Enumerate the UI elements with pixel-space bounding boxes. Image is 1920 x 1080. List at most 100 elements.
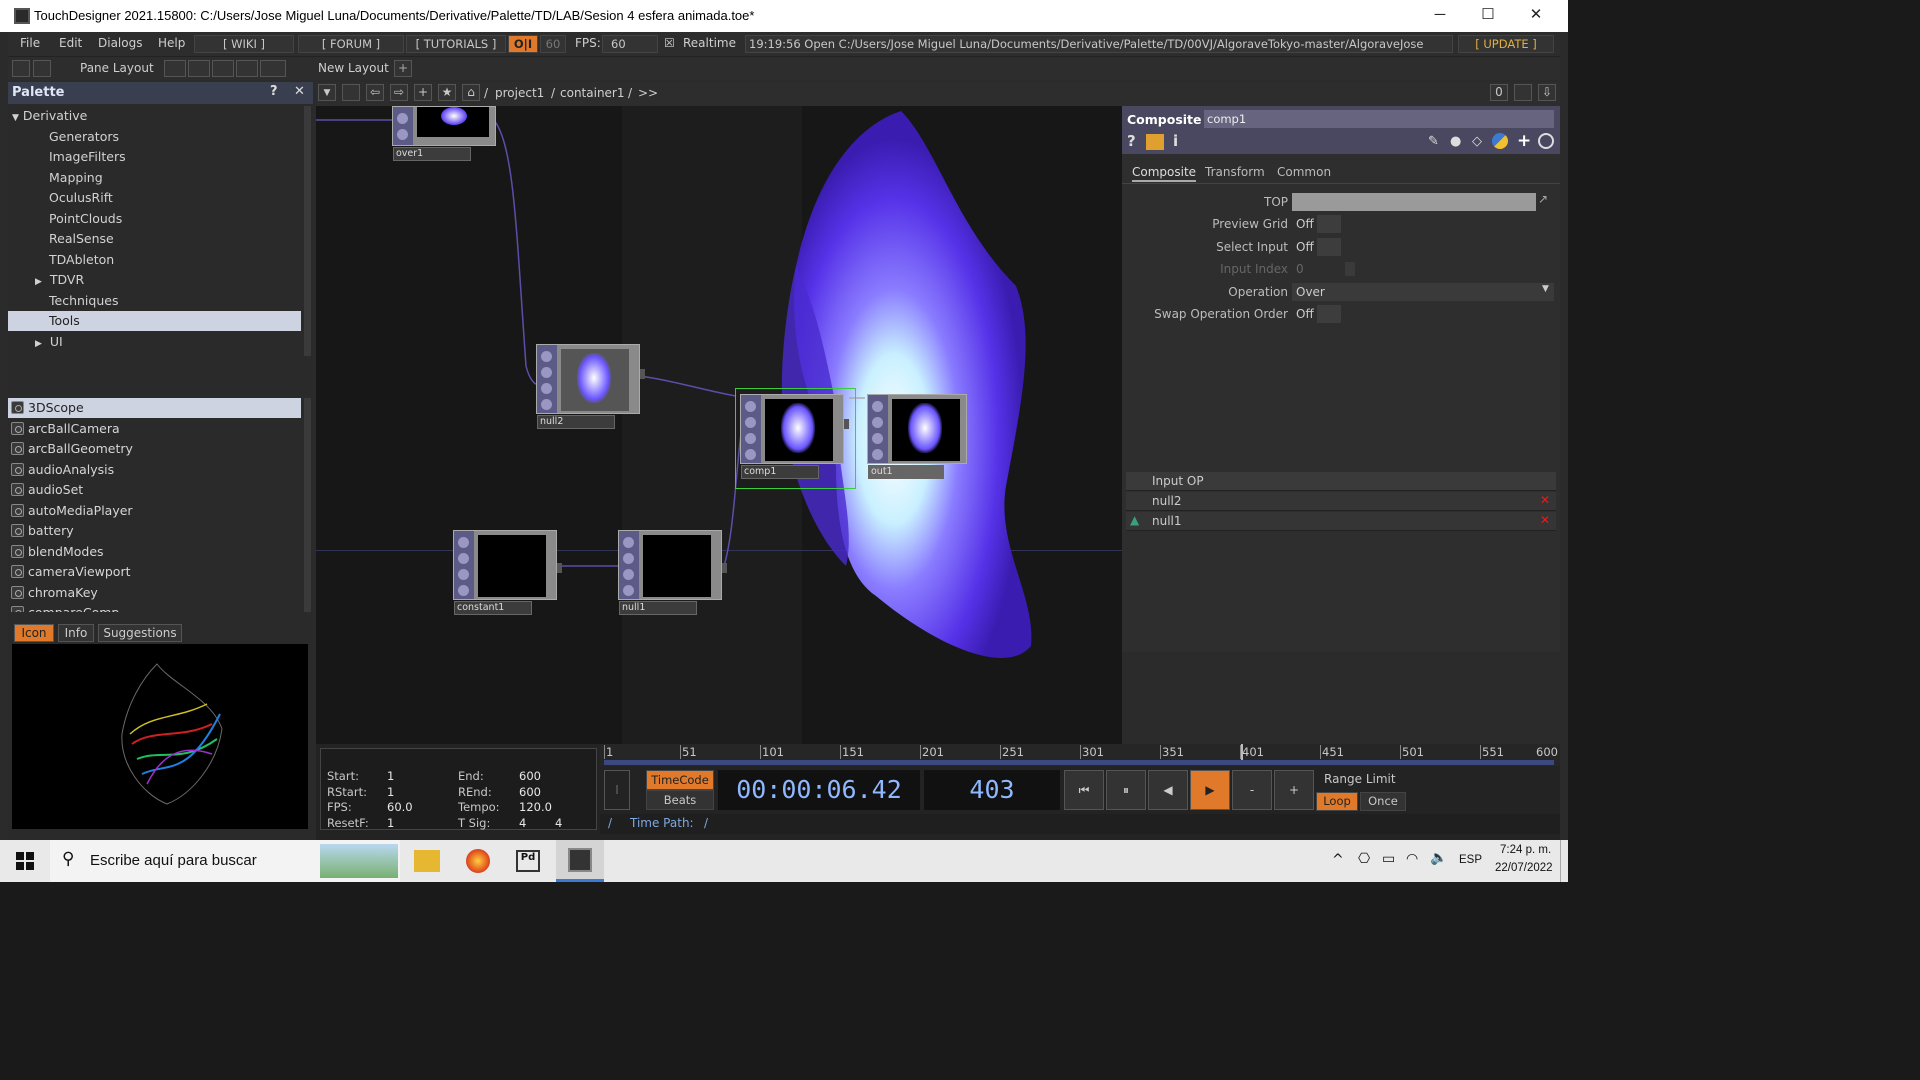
- path-root[interactable]: /: [484, 86, 488, 100]
- param-toggle-value[interactable]: Off: [1292, 238, 1316, 256]
- once-button[interactable]: Once: [1360, 792, 1406, 811]
- palette-item-comparecomp[interactable]: compareComp: [8, 603, 301, 612]
- time-path-value[interactable]: /: [704, 816, 708, 830]
- param-toggle-value[interactable]: Off: [1292, 305, 1316, 323]
- screenshot-icon[interactable]: [12, 60, 30, 77]
- touchdesigner-taskbar-item[interactable]: [556, 840, 604, 882]
- palette-help-button[interactable]: ?: [270, 84, 278, 99]
- layout-three-icon[interactable]: [236, 60, 258, 77]
- node-lock-icon[interactable]: [872, 449, 883, 460]
- remove-input-icon[interactable]: ✕: [1540, 493, 1550, 507]
- param-toggle-value[interactable]: Off: [1292, 215, 1316, 233]
- network-editor[interactable]: over1 null2 comp1 out1 constant1 null1: [316, 106, 1122, 744]
- param-toggle[interactable]: [1317, 238, 1341, 256]
- timeline-cursor-toggle[interactable]: I: [604, 770, 630, 810]
- help-icon[interactable]: ?: [1127, 132, 1136, 150]
- node-label[interactable]: null1: [619, 601, 697, 615]
- beats-button[interactable]: Beats: [646, 790, 714, 810]
- palette-close-button[interactable]: ✕: [294, 84, 305, 99]
- palette-item-arcballgeometry[interactable]: arcBallGeometry: [8, 439, 301, 459]
- comment-icon[interactable]: ●: [1450, 134, 1461, 149]
- update-button[interactable]: [ UPDATE ]: [1458, 35, 1554, 53]
- forum-button[interactable]: [ FORUM ]: [298, 35, 404, 53]
- node-edit-icon[interactable]: [541, 367, 552, 378]
- node-lock-icon[interactable]: [541, 399, 552, 410]
- network-device-icon[interactable]: ⎔: [1358, 851, 1370, 867]
- maximize-button[interactable]: ☐: [1466, 4, 1510, 28]
- back-icon[interactable]: ⇦: [366, 84, 384, 101]
- node-lock-icon[interactable]: [458, 585, 469, 596]
- fps-cap[interactable]: 60: [540, 35, 566, 53]
- expand-arrow-icon[interactable]: ▶: [35, 339, 42, 349]
- operator-name-field[interactable]: comp1: [1204, 110, 1554, 128]
- chevron-up-icon[interactable]: ^: [1332, 852, 1344, 868]
- tab-icon[interactable]: Icon: [14, 624, 54, 642]
- node-label[interactable]: comp1: [741, 465, 819, 479]
- pencil-icon[interactable]: ✎: [1428, 134, 1439, 149]
- tree-folder-tdvr[interactable]: ▶ TDVR: [8, 270, 301, 290]
- step-back-button[interactable]: -: [1232, 770, 1272, 810]
- palette-item-automediaplayer[interactable]: autoMediaPlayer: [8, 501, 301, 521]
- wiki-button[interactable]: [ WIKI ]: [194, 35, 294, 53]
- python-icon[interactable]: [1492, 133, 1508, 149]
- menu-help[interactable]: Help: [158, 36, 185, 50]
- chevron-down-icon[interactable]: ▼: [1542, 284, 1549, 294]
- node-label[interactable]: over1: [393, 147, 471, 161]
- node-over1[interactable]: over1: [392, 106, 496, 161]
- taskbar-search[interactable]: ⚲ Escribe aquí para buscar: [50, 840, 400, 882]
- node-output-connector[interactable]: [844, 419, 849, 429]
- node-bypass-icon[interactable]: [541, 351, 552, 362]
- palette-item-cameraviewport[interactable]: cameraViewport: [8, 562, 301, 582]
- frame-display[interactable]: 403: [924, 770, 1060, 810]
- timeline-ruler[interactable]: 1 51 101 151 201 251 301 351 401 451 501…: [600, 744, 1560, 766]
- timecode-button[interactable]: TimeCode: [646, 770, 714, 790]
- node-bypass-icon[interactable]: [745, 401, 756, 412]
- chevron-down-icon[interactable]: ▼: [318, 84, 336, 101]
- node-output-connector[interactable]: [640, 369, 645, 379]
- node-null1[interactable]: null1: [618, 530, 727, 615]
- node-edit-icon[interactable]: [458, 553, 469, 564]
- info-icon[interactable]: i: [1173, 132, 1178, 150]
- timeline-range-bar[interactable]: [604, 760, 1554, 765]
- python-help-icon[interactable]: [1146, 134, 1164, 150]
- menu-dialogs[interactable]: Dialogs: [98, 36, 142, 50]
- expand-arrow-icon[interactable]: ▶: [35, 277, 42, 287]
- layout-split-vertical-icon[interactable]: [188, 60, 210, 77]
- node-label[interactable]: constant1: [454, 601, 532, 615]
- move-up-arrow-icon[interactable]: ▲: [1130, 513, 1139, 527]
- tutorials-button[interactable]: [ TUTORIALS ]: [406, 35, 506, 53]
- tree-folder-ui[interactable]: ▶ UI: [8, 332, 301, 352]
- node-label[interactable]: out1: [868, 465, 944, 479]
- item-list-scrollbar[interactable]: [304, 398, 311, 612]
- param-toggle[interactable]: [1317, 305, 1341, 323]
- input-op-name[interactable]: null2: [1152, 494, 1182, 508]
- play-forward-button[interactable]: ▶: [1190, 770, 1230, 810]
- windows-start-icon[interactable]: [16, 852, 34, 870]
- path-container1[interactable]: container1: [560, 86, 625, 100]
- node-bypass-icon[interactable]: [458, 537, 469, 548]
- node-lock-icon[interactable]: [623, 585, 634, 596]
- home-icon[interactable]: [33, 60, 51, 77]
- palette-item-arcballcamera[interactable]: arcBallCamera: [8, 419, 301, 439]
- tab-info[interactable]: Info: [58, 624, 94, 642]
- palette-item-battery[interactable]: battery: [8, 521, 301, 541]
- node-input-icon[interactable]: [541, 383, 552, 394]
- close-button[interactable]: ✕: [1514, 4, 1558, 28]
- rend-value[interactable]: 600: [519, 785, 541, 799]
- param-slider[interactable]: [1345, 262, 1355, 276]
- realtime-checkbox[interactable]: ☒: [664, 36, 675, 50]
- input-op-name[interactable]: null1: [1152, 514, 1182, 528]
- node-lock-icon[interactable]: [745, 449, 756, 460]
- fps-value[interactable]: 60.0: [387, 800, 413, 814]
- end-value[interactable]: 600: [519, 769, 541, 783]
- star-icon[interactable]: ★: [438, 84, 456, 101]
- pure-data-icon[interactable]: Pd: [516, 850, 540, 872]
- start-value[interactable]: 1: [387, 769, 394, 783]
- layout-four-icon[interactable]: [260, 60, 286, 77]
- node-null2[interactable]: null2: [536, 344, 645, 429]
- node-picker-icon[interactable]: ↗: [1538, 192, 1548, 206]
- menu-edit[interactable]: Edit: [59, 36, 82, 50]
- node-bypass-icon[interactable]: [623, 537, 634, 548]
- nav-counter[interactable]: 0: [1490, 84, 1508, 101]
- rewind-button[interactable]: ⏮: [1064, 770, 1104, 810]
